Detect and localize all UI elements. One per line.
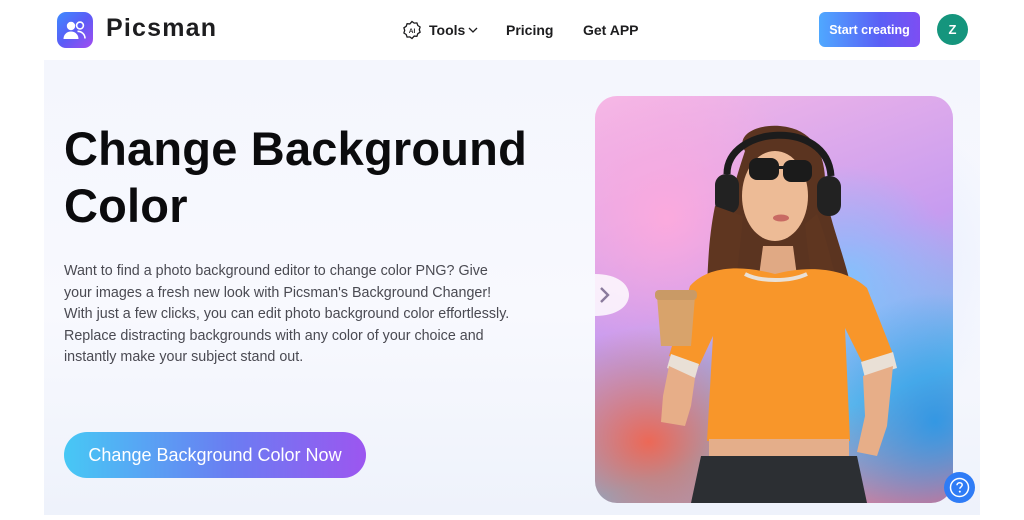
- nav-tools[interactable]: AI Tools: [402, 18, 479, 42]
- brand-name[interactable]: Picsman: [106, 14, 217, 43]
- help-button[interactable]: [944, 472, 975, 503]
- page-title: Change Background Color: [64, 120, 584, 234]
- nav-pricing[interactable]: Pricing: [506, 18, 553, 42]
- top-nav-bar: Picsman AI Tools Pricing Get APP Start c…: [0, 0, 1024, 60]
- ai-badge-label: AI: [409, 28, 416, 35]
- change-background-cta-button[interactable]: Change Background Color Now: [64, 432, 366, 478]
- description-paragraph-2: With just a few clicks, you can edit pho…: [64, 306, 510, 366]
- compare-slider-icon[interactable]: [595, 274, 631, 316]
- sample-image-card: [595, 96, 953, 503]
- hero-section: Change Background Color Want to find a p…: [44, 60, 980, 515]
- title-line-1: Change Background: [64, 122, 528, 175]
- start-creating-button[interactable]: Start creating: [819, 12, 920, 47]
- nav-get-app[interactable]: Get APP: [583, 18, 639, 42]
- avatar[interactable]: Z: [937, 14, 968, 45]
- hero-description: Want to find a photo background editor t…: [64, 261, 514, 369]
- woman-with-headphones-photo: [655, 125, 897, 503]
- logo-icon[interactable]: [57, 12, 93, 48]
- help-icon: [949, 477, 970, 498]
- description-paragraph-1: Want to find a photo background editor t…: [64, 263, 492, 301]
- ai-tools-icon: AI: [403, 20, 421, 40]
- chevron-down-icon: [468, 27, 478, 33]
- title-line-2: Color: [64, 179, 188, 232]
- nav-tools-label: Tools: [429, 22, 466, 38]
